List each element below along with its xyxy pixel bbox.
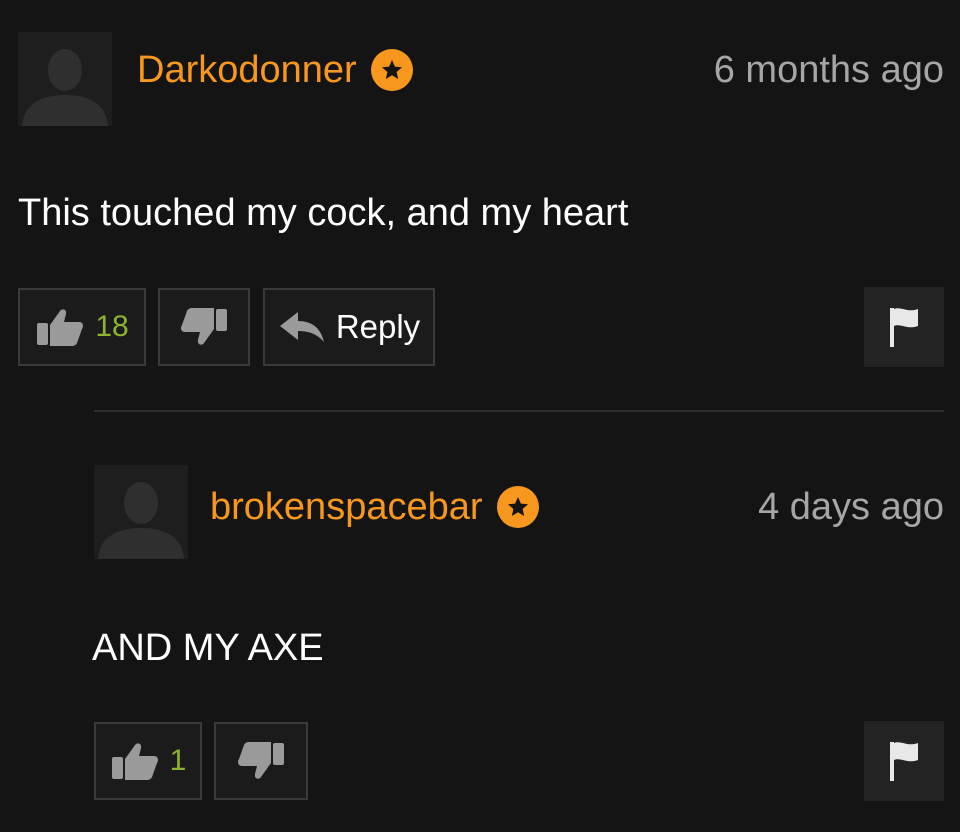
reply-arrow-icon (279, 312, 324, 342)
flag-button[interactable] (864, 721, 944, 801)
reply-label: Reply (335, 308, 421, 345)
star-icon (496, 486, 539, 528)
dislike-button[interactable] (214, 722, 308, 800)
flag-button[interactable] (864, 287, 944, 367)
like-count: 1 (169, 744, 187, 777)
like-count: 18 (95, 310, 129, 343)
thumbs-up-icon (37, 309, 84, 346)
like-button[interactable]: 18 (18, 288, 146, 366)
flag-icon (890, 742, 918, 781)
username-label[interactable]: Darkodonner (137, 47, 357, 93)
timestamp: 4 days ago (758, 486, 944, 528)
user-silhouette-icon (98, 482, 184, 559)
comment-text: AND MY AXE (92, 627, 324, 669)
thumbs-down-icon (238, 742, 284, 779)
thumbs-up-icon (111, 743, 158, 780)
avatar[interactable] (94, 465, 188, 559)
comment-text: This touched my cock, and my heart (18, 192, 629, 234)
username-label[interactable]: brokenspacebar (210, 484, 483, 530)
star-icon (370, 49, 413, 91)
thumbs-down-icon (181, 308, 227, 345)
divider (94, 410, 944, 412)
like-button[interactable]: 1 (94, 722, 202, 800)
user-silhouette-icon (22, 49, 108, 126)
avatar[interactable] (18, 32, 112, 126)
dislike-button[interactable] (158, 288, 250, 366)
timestamp: 6 months ago (713, 49, 944, 91)
reply-button[interactable]: Reply (263, 288, 435, 366)
username[interactable]: brokenspacebar (210, 484, 539, 530)
flag-icon (890, 308, 918, 347)
username[interactable]: Darkodonner (137, 47, 413, 93)
